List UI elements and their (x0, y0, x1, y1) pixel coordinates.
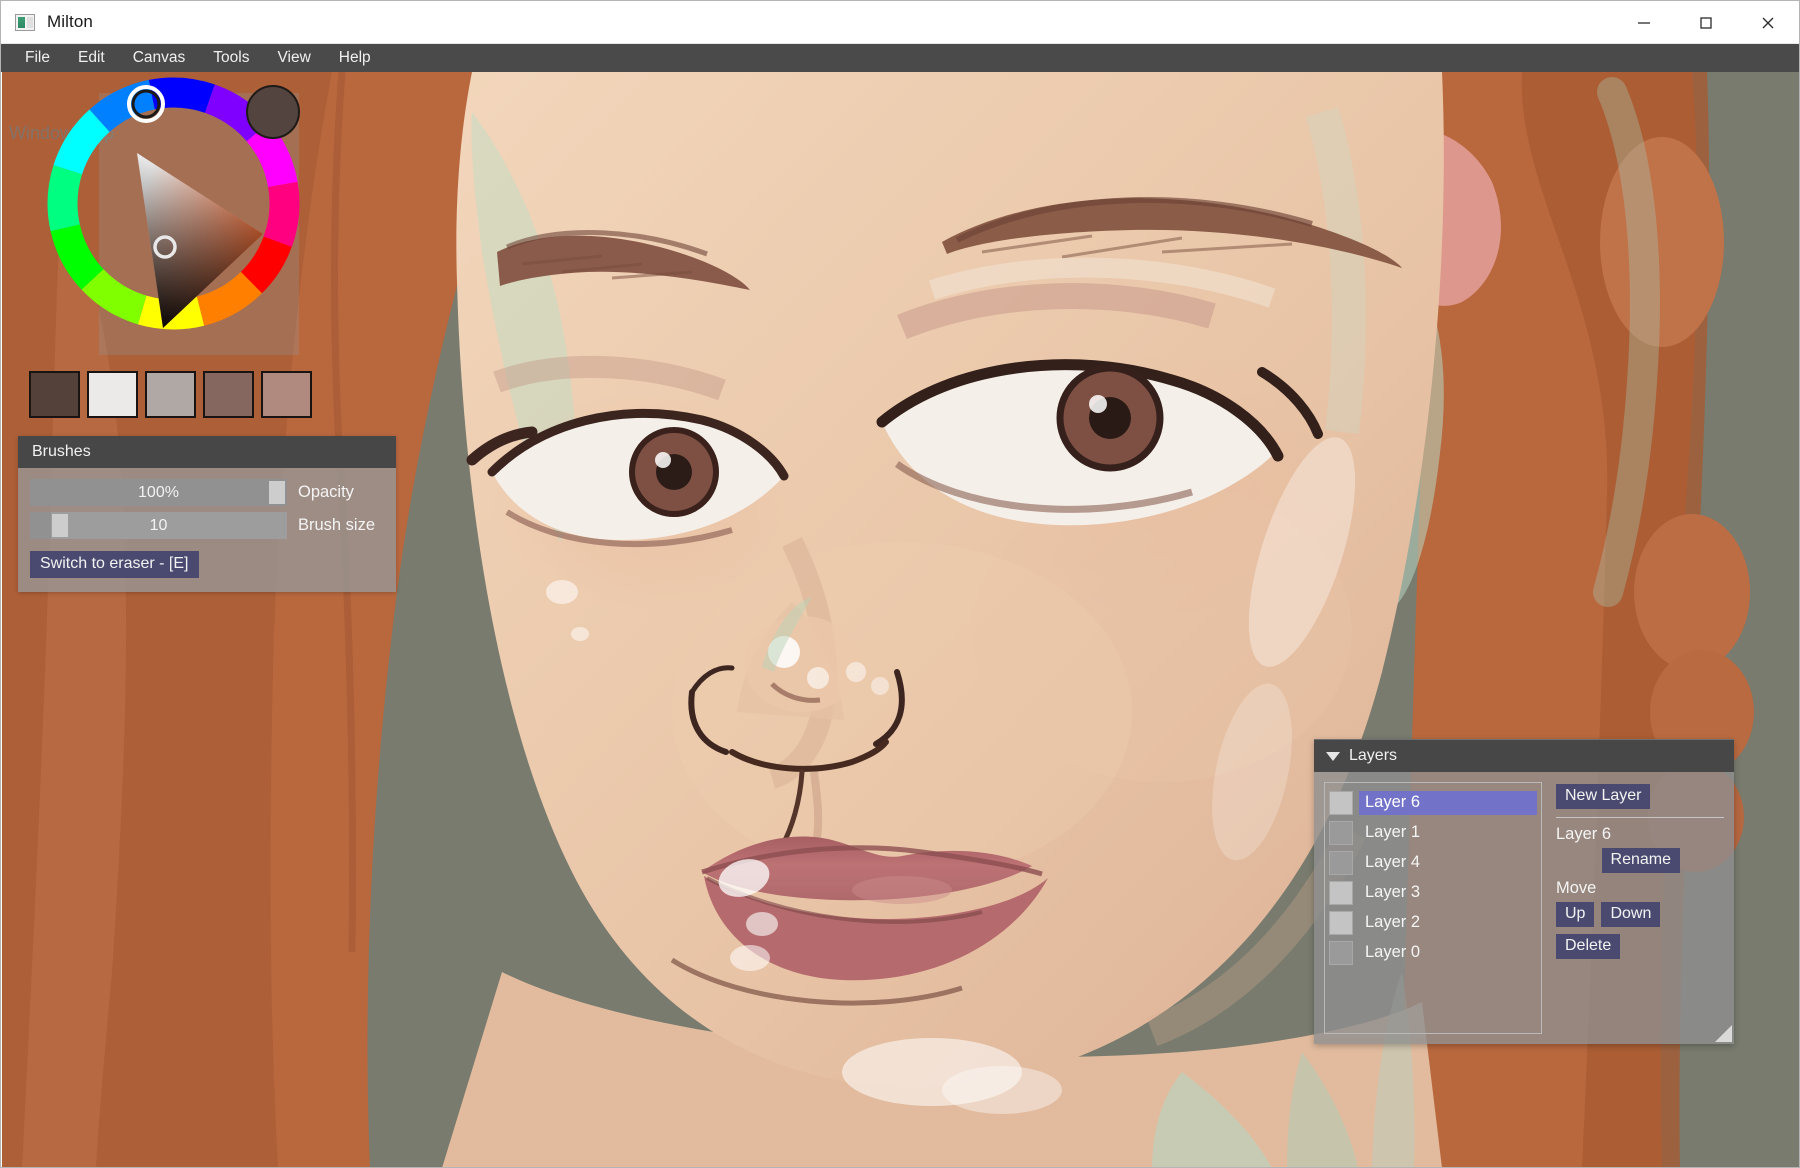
brushes-panel: Brushes 100% Opacity 10 Brush size Switc… (18, 436, 396, 592)
layer-row[interactable]: Layer 6 (1329, 788, 1537, 818)
milton-app-window: Milton File Edit Canvas Tools View Help (0, 0, 1800, 1168)
opacity-slider-handle[interactable] (269, 481, 285, 504)
opacity-label: Opacity (298, 483, 354, 501)
switch-to-eraser-button[interactable]: Switch to eraser - [E] (30, 551, 199, 578)
layer-name: Layer 0 (1365, 943, 1421, 961)
layer-name: Layer 6 (1359, 791, 1537, 815)
swatch-1[interactable] (29, 371, 80, 418)
layer-visibility-toggle[interactable] (1329, 941, 1353, 965)
color-swatches (29, 371, 312, 418)
layer-actions: New Layer Layer 6 Rename Move Up Down De… (1542, 782, 1724, 1034)
opacity-row: 100% Opacity (30, 479, 384, 506)
menu-item-tools[interactable]: Tools (199, 46, 263, 70)
layers-panel-body: Layer 6 Layer 1 Layer 4 Layer 3 Layer 2 (1314, 772, 1734, 1044)
menubar: File Edit Canvas Tools View Help (1, 44, 1799, 72)
chevron-down-icon[interactable] (1326, 751, 1340, 761)
window-title: Milton (47, 12, 93, 31)
maximize-icon[interactable] (1675, 1, 1737, 44)
layer-row[interactable]: Layer 4 (1329, 848, 1537, 878)
layer-row[interactable]: Layer 0 (1329, 938, 1537, 968)
swatch-3[interactable] (145, 371, 196, 418)
menu-item-canvas[interactable]: Canvas (119, 46, 200, 70)
brush-size-row: 10 Brush size (30, 512, 384, 539)
layer-visibility-toggle[interactable] (1329, 851, 1353, 875)
layers-panel-title: Layers (1349, 747, 1398, 764)
titlebar: Milton (1, 1, 1799, 44)
layer-visibility-toggle[interactable] (1329, 821, 1353, 845)
selected-layer-name: Layer 6 (1556, 825, 1612, 843)
panel-resize-grip[interactable] (1715, 1025, 1732, 1042)
menu-item-file[interactable]: File (11, 46, 64, 70)
swatch-5[interactable] (261, 371, 312, 418)
move-label: Move (1556, 879, 1597, 897)
brush-size-label: Brush size (298, 516, 376, 534)
layer-row[interactable]: Layer 2 (1329, 908, 1537, 938)
brushes-panel-body: 100% Opacity 10 Brush size Switch to era… (18, 468, 396, 592)
swatch-2[interactable] (87, 371, 138, 418)
layer-name: Layer 1 (1365, 823, 1421, 841)
opacity-value: 100% (138, 483, 179, 501)
minimize-icon[interactable] (1613, 1, 1675, 44)
layers-panel-header[interactable]: Layers (1314, 739, 1734, 772)
swatch-4[interactable] (203, 371, 254, 418)
brush-size-slider-fill (30, 512, 51, 539)
brushes-panel-header[interactable]: Brushes (18, 436, 396, 468)
divider (1556, 817, 1724, 818)
layer-row[interactable]: Layer 3 (1329, 878, 1537, 908)
layer-name: Layer 4 (1365, 853, 1421, 871)
move-down-button[interactable]: Down (1601, 902, 1661, 927)
menu-item-edit[interactable]: Edit (64, 46, 119, 70)
delete-layer-button[interactable]: Delete (1556, 934, 1621, 959)
brush-size-slider[interactable]: 10 (30, 512, 287, 539)
layer-list: Layer 6 Layer 1 Layer 4 Layer 3 Layer 2 (1324, 782, 1542, 1034)
close-icon[interactable] (1737, 1, 1799, 44)
rename-row: Rename (1556, 848, 1724, 873)
color-picker-widget (29, 63, 314, 355)
brushes-panel-title: Brushes (32, 443, 91, 460)
current-color-preview[interactable] (246, 85, 300, 139)
layers-panel: Layers Layer 6 Layer 1 Layer 4 Layer 3 L… (1314, 739, 1734, 1044)
layer-visibility-toggle[interactable] (1329, 881, 1353, 905)
layer-name: Layer 2 (1365, 913, 1421, 931)
layer-name: Layer 3 (1365, 883, 1421, 901)
layer-visibility-toggle[interactable] (1329, 911, 1353, 935)
menu-item-help[interactable]: Help (325, 46, 385, 70)
layer-visibility-toggle[interactable] (1329, 791, 1353, 815)
window-controls (1613, 1, 1799, 44)
brush-size-slider-handle[interactable] (52, 514, 68, 537)
move-row: Up Down (1556, 902, 1724, 927)
milton-app-icon (15, 13, 35, 31)
move-up-button[interactable]: Up (1556, 902, 1595, 927)
rename-button[interactable]: Rename (1601, 848, 1680, 873)
menu-item-view[interactable]: View (263, 46, 324, 70)
opacity-slider[interactable]: 100% (30, 479, 287, 506)
layer-row[interactable]: Layer 1 (1329, 818, 1537, 848)
brush-size-value: 10 (149, 516, 168, 534)
new-layer-button[interactable]: New Layer (1556, 784, 1651, 809)
